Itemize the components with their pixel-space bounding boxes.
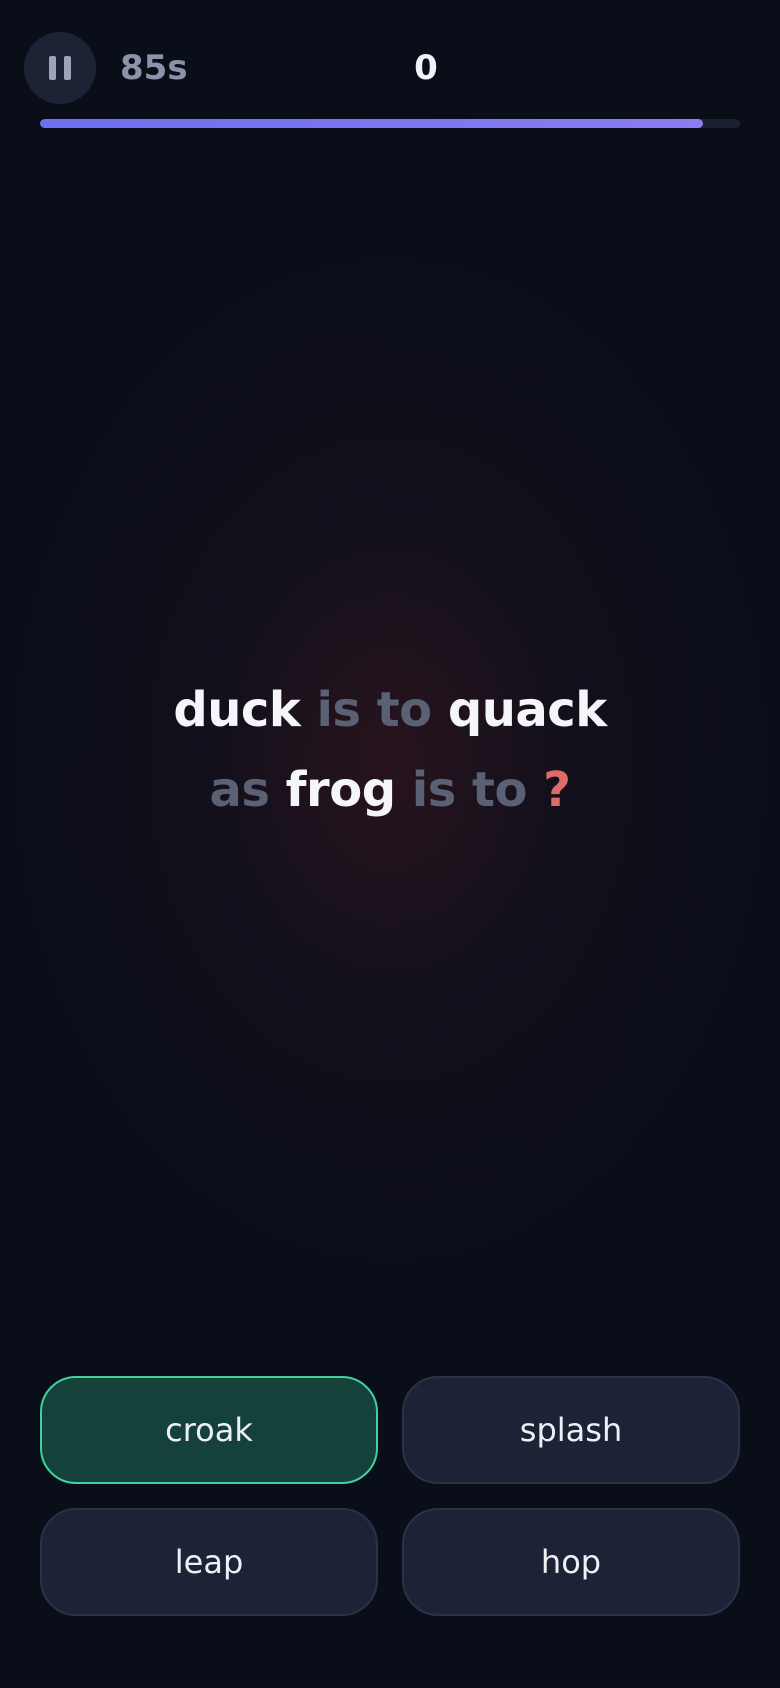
timer: 85s	[120, 48, 188, 88]
score: 0	[414, 48, 438, 88]
word-c: frog	[285, 762, 396, 818]
question-line-2: as frog is to ?	[40, 750, 740, 830]
pause-icon	[49, 56, 71, 80]
answer-button-splash[interactable]: splash	[402, 1376, 740, 1484]
pause-button[interactable]	[24, 32, 96, 104]
unknown-word: ?	[543, 762, 571, 818]
pause-icon-bar	[64, 56, 71, 80]
connector-lead: as	[209, 762, 270, 818]
word-a: duck	[173, 682, 301, 738]
time-progress-bar	[40, 119, 740, 128]
time-progress-fill	[40, 119, 703, 128]
connector: is to	[411, 762, 528, 818]
connector: is to	[316, 682, 432, 738]
top-bar: 85s 0	[0, 0, 780, 140]
question-line-1: duck is to quack	[40, 670, 740, 750]
pause-icon-bar	[49, 56, 56, 80]
word-b: quack	[447, 682, 607, 738]
analogy-question: duck is to quack as frog is to ?	[40, 670, 740, 830]
answer-grid: croak splash leap hop	[40, 1376, 740, 1616]
answer-button-leap[interactable]: leap	[40, 1508, 378, 1616]
answer-button-croak[interactable]: croak	[40, 1376, 378, 1484]
answer-button-hop[interactable]: hop	[402, 1508, 740, 1616]
